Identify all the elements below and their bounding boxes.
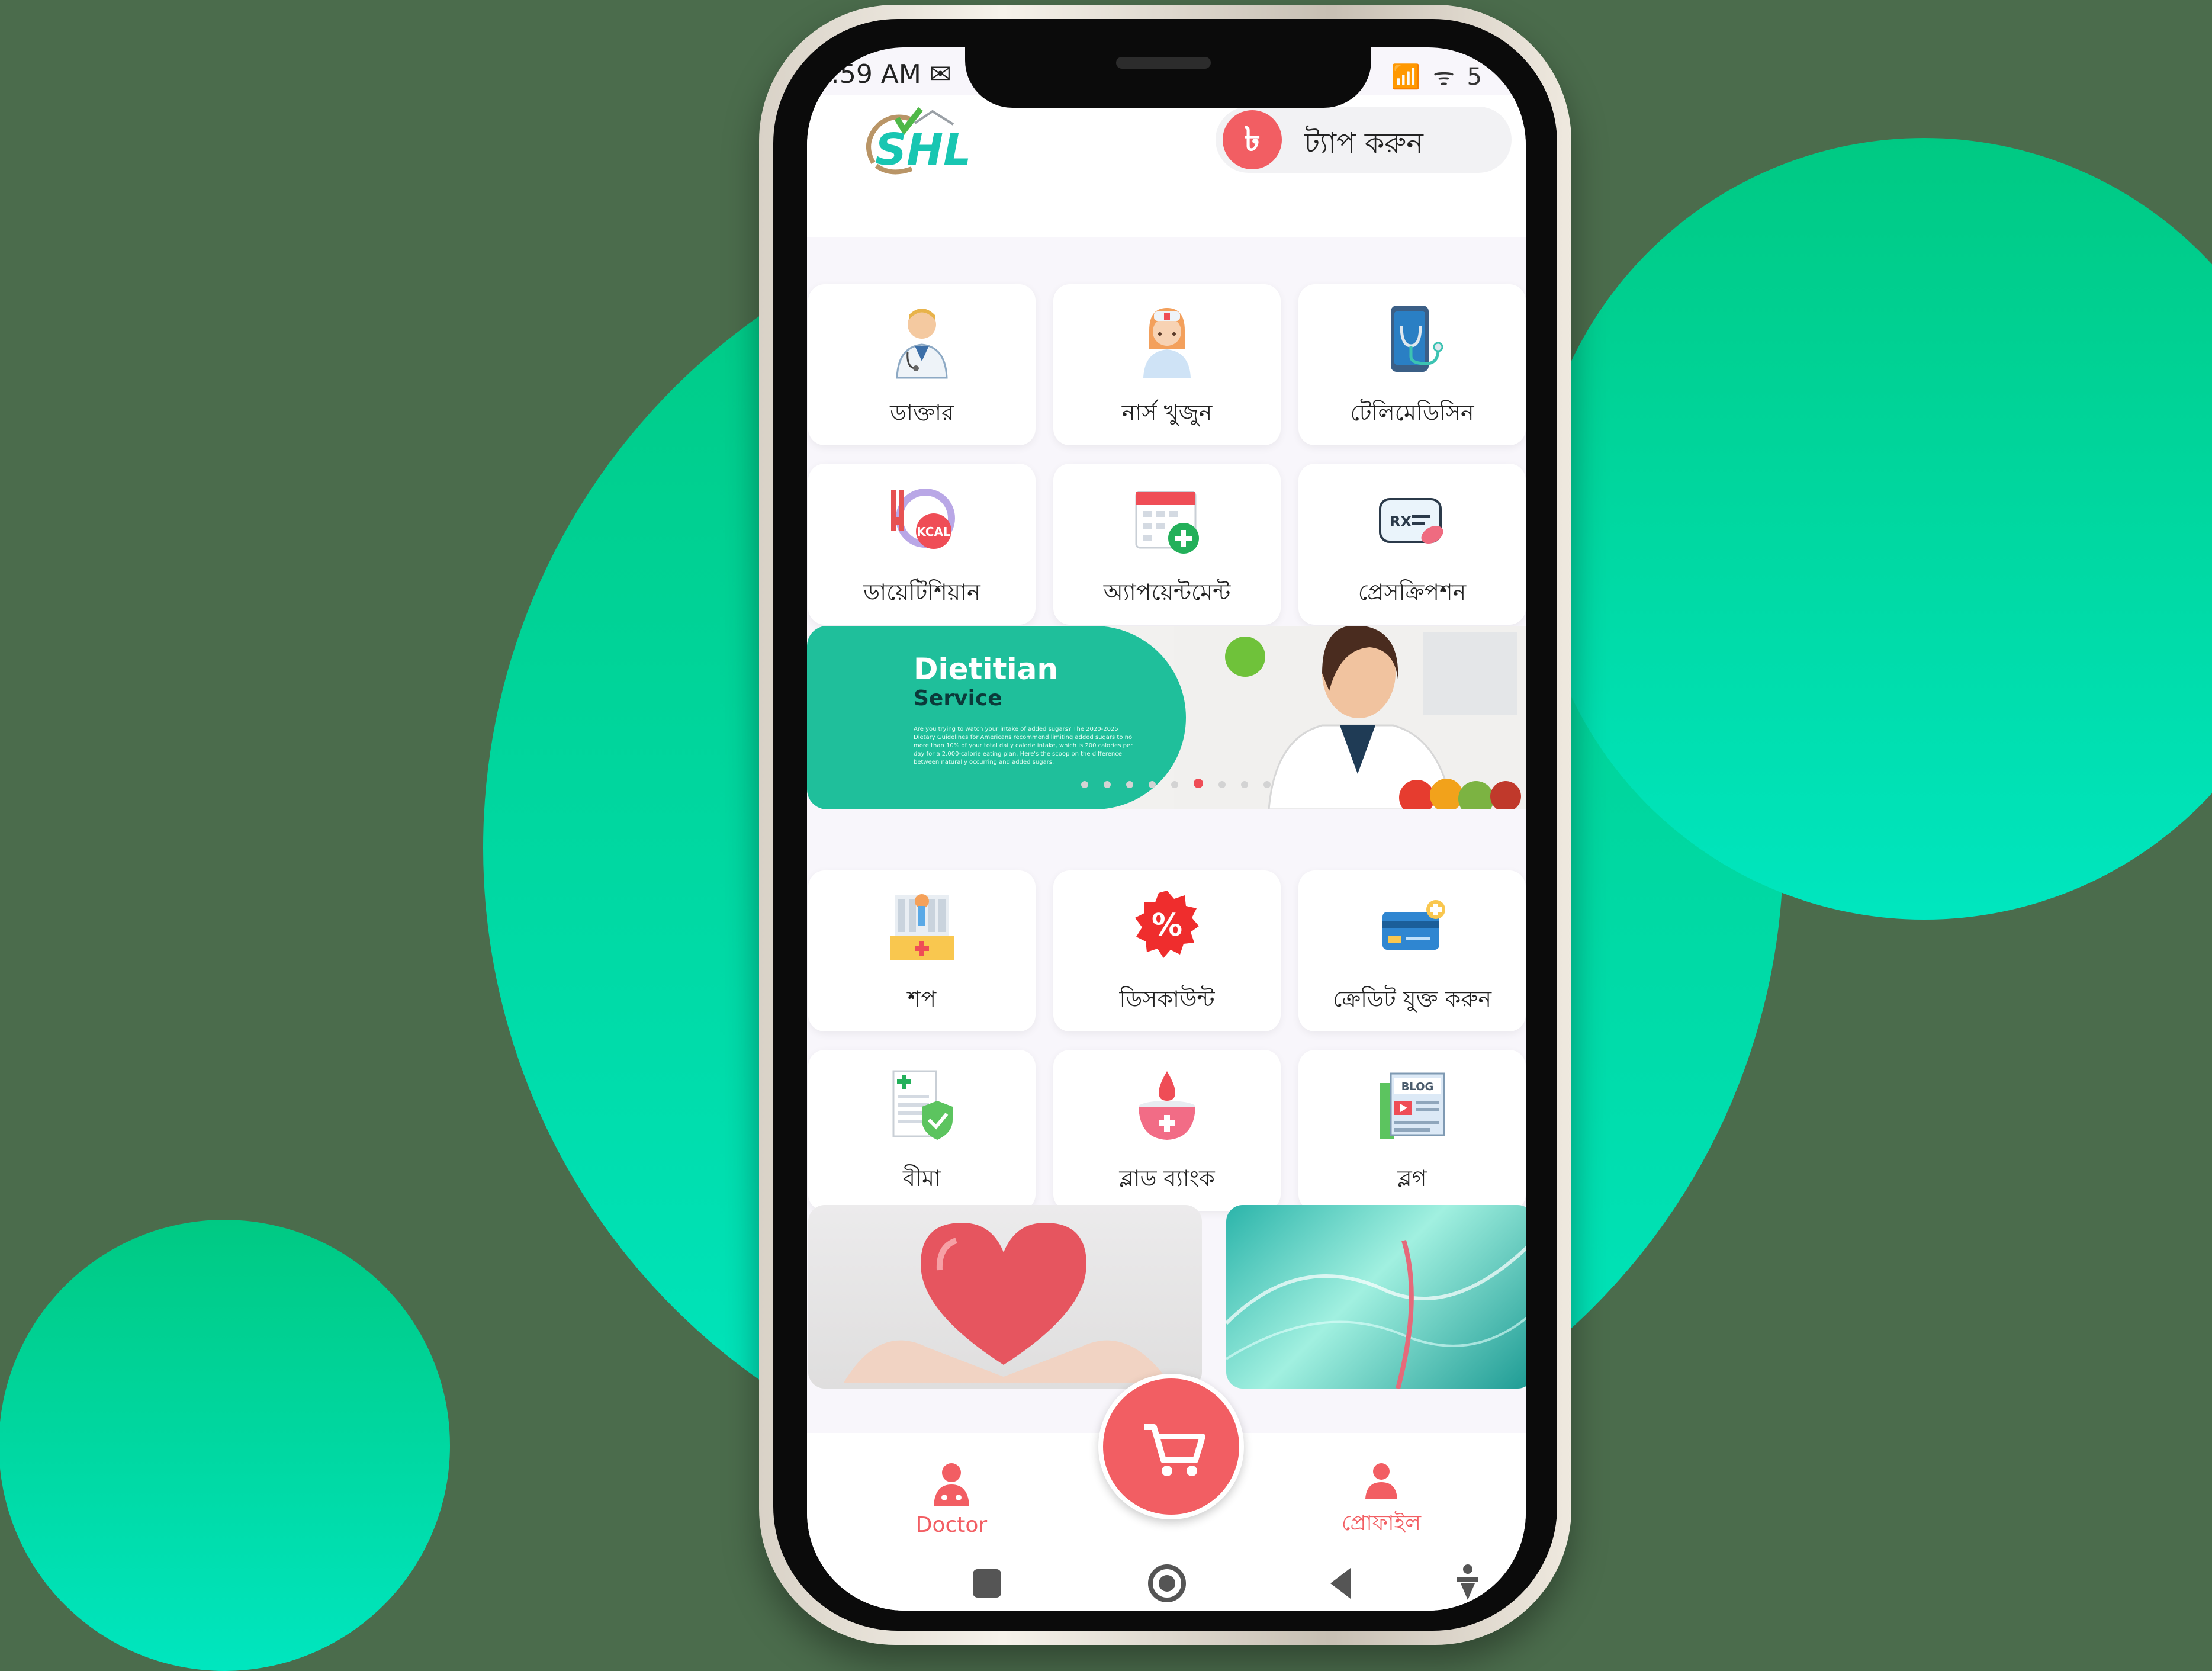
calendar-icon — [1135, 491, 1199, 554]
service-blood-bank-label: ব্লাড ব্যাংক — [1119, 1165, 1215, 1191]
service-nurse-label: নার্স খুজুন — [1121, 400, 1213, 426]
svg-text:%: % — [1152, 908, 1182, 943]
banner-copy: Are you trying to watch your intake of a… — [914, 726, 1133, 766]
back-icon[interactable] — [1330, 1568, 1351, 1599]
carousel-dot[interactable] — [1104, 781, 1111, 788]
carousel-dot[interactable] — [1263, 781, 1271, 788]
carousel-dot[interactable] — [1171, 781, 1178, 788]
nav-profile[interactable]: প্রোফাইল — [1322, 1460, 1441, 1543]
shop-icon — [890, 894, 954, 960]
promo-card-medical[interactable] — [1226, 1205, 1526, 1389]
nav-doctor-label: Doctor — [915, 1513, 988, 1537]
taka-icon: ৳ — [1223, 110, 1282, 169]
phone-notch — [965, 37, 1371, 108]
service-doctor-label: ডাক্তার — [890, 400, 954, 426]
nav-doctor[interactable]: Doctor — [904, 1460, 999, 1537]
carousel-dot[interactable] — [1149, 781, 1156, 788]
cart-icon — [1144, 1424, 1205, 1476]
tap-balance-label: ট্যাপ করুন — [1304, 127, 1423, 160]
logo-text: SHL — [875, 124, 972, 175]
service-appointment-label: অ্যাপয়েন্টমেন্ট — [1103, 579, 1231, 605]
service-shop[interactable]: শপ — [808, 870, 1036, 1031]
status-bar-time: :59 AM ✉ — [831, 59, 951, 89]
blog-icon: BLOG — [1380, 1072, 1445, 1139]
service-add-credit[interactable]: ক্রেডিট যুক্ত করুন — [1298, 870, 1526, 1031]
nav-profile-label: প্রোফাইল — [1341, 1511, 1422, 1535]
heart-in-hands-icon — [844, 1223, 1169, 1383]
prescription-icon: RX — [1379, 498, 1443, 544]
phone-speaker — [1116, 57, 1211, 69]
service-discount[interactable]: % ডিসকাউন্ট — [1053, 870, 1281, 1031]
carousel-dot[interactable] — [1218, 781, 1226, 788]
mail-icon: ✉ — [929, 59, 951, 89]
service-telemedicine-label: টেলিমেডিসিন — [1350, 400, 1474, 426]
service-nurse[interactable]: নার্স খুজুন — [1053, 284, 1281, 445]
service-blog-label: ব্লগ — [1397, 1165, 1427, 1191]
carousel-dot[interactable] — [1081, 781, 1088, 788]
carousel-dot[interactable] — [1126, 781, 1133, 788]
user-icon — [1365, 1463, 1397, 1499]
promo-card-heart[interactable] — [808, 1205, 1202, 1389]
doctor-icon — [896, 309, 948, 379]
service-shop-label: শপ — [907, 986, 937, 1012]
recents-icon[interactable] — [973, 1569, 1001, 1598]
svg-text:RX: RX — [1390, 513, 1412, 530]
kcal-icon: KCAL — [891, 489, 955, 549]
medical-illustration-icon — [1226, 1239, 1526, 1389]
system-navigation-bar — [973, 1564, 1478, 1602]
nurse-icon — [1143, 308, 1191, 378]
blood-bank-icon — [1139, 1071, 1195, 1140]
doctor-nav-icon — [934, 1463, 969, 1506]
app-screen: :59 AM ✉ 📶 ᯤ 5 SHL ৳ ট্যাপ করুন ডাক্তার — [807, 47, 1526, 1611]
service-dietitian-label: ডায়েটিশিয়ান — [863, 579, 980, 605]
accessibility-icon[interactable] — [1457, 1564, 1478, 1600]
decorative-circle-small — [0, 1220, 450, 1671]
service-doctor[interactable]: ডাক্তার — [808, 284, 1036, 445]
discount-icon: % — [1135, 891, 1199, 958]
service-add-credit-label: ক্রেডিট যুক্ত করুন — [1332, 986, 1492, 1012]
insurance-icon — [892, 1070, 953, 1140]
service-discount-label: ডিসকাউন্ট — [1119, 986, 1215, 1012]
credit-card-icon — [1382, 900, 1445, 950]
carousel-dot[interactable] — [1241, 781, 1248, 788]
service-prescription[interactable]: RX প্রেসক্রিপশন — [1298, 464, 1526, 625]
dietitian-service-banner[interactable]: Dietitian Service Are you trying to watc… — [807, 626, 1526, 809]
service-dietitian[interactable]: KCAL ডায়েটিশিয়ান — [808, 464, 1036, 625]
carousel-dots[interactable] — [1073, 779, 1278, 790]
svg-text:KCAL: KCAL — [917, 525, 951, 539]
telemedicine-icon — [1391, 306, 1443, 372]
service-blog[interactable]: BLOG ব্লগ — [1298, 1050, 1526, 1211]
service-insurance[interactable]: বীমা — [808, 1050, 1036, 1211]
tap-balance-button[interactable]: ৳ ট্যাপ করুন — [1216, 107, 1512, 173]
carousel-dot[interactable] — [1194, 779, 1203, 788]
service-telemedicine[interactable]: টেলিমেডিসিন — [1298, 284, 1526, 445]
service-appointment[interactable]: অ্যাপয়েন্টমেন্ট — [1053, 464, 1281, 625]
banner-subtitle: Service — [914, 686, 1002, 711]
cart-button[interactable] — [1098, 1374, 1244, 1519]
service-insurance-label: বীমা — [902, 1165, 941, 1191]
svg-text:BLOG: BLOG — [1401, 1081, 1434, 1093]
status-bar-icons: 📶 ᯤ 5 — [1391, 63, 1484, 91]
service-blood-bank[interactable]: ব্লাড ব্যাংক — [1053, 1050, 1281, 1211]
service-prescription-label: প্রেসক্রিপশন — [1358, 579, 1467, 605]
banner-title: Dietitian — [914, 652, 1058, 686]
